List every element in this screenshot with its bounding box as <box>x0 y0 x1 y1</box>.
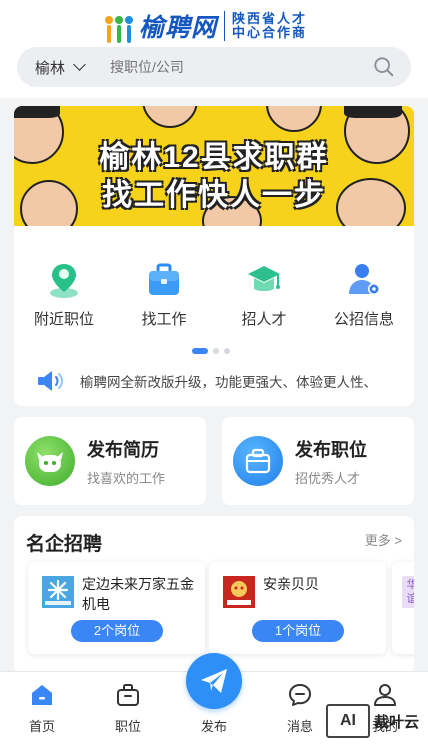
positions-button[interactable]: 1个岗位 <box>252 620 344 642</box>
notice-bar[interactable]: 榆聘网全新改版升级，功能更强大、体验更人性、 <box>36 370 377 392</box>
tab-home[interactable]: 首页 <box>12 682 72 735</box>
logo-sub-line2: 中心合作商 <box>232 25 308 40</box>
famous-company-section: 名企招聘 更多 > 定边未来万家五金机电 2个岗位 安亲贝贝 1个岗位 华谊 <box>14 516 414 674</box>
post-button[interactable] <box>186 653 242 709</box>
tab-label: 首页 <box>28 719 55 734</box>
city-selector[interactable]: 榆林 <box>35 57 65 78</box>
watermark: AI 裁叶云 <box>326 702 424 740</box>
speaker-icon <box>38 371 63 391</box>
logo-name: 榆聘网 <box>139 14 218 42</box>
logo-sub-line1: 陕西省人才 <box>232 11 308 26</box>
quick-link-recruit[interactable]: 招人才 <box>214 260 314 329</box>
watermark-text: 裁叶云 <box>374 713 420 731</box>
tab-messages[interactable]: 消息 <box>270 682 330 735</box>
carousel-indicator <box>192 348 230 354</box>
user-badge-icon <box>349 264 380 295</box>
quick-link-label: 招人才 <box>241 311 287 328</box>
publish-job-title: 发布职位 <box>295 439 367 460</box>
quick-link-label: 找工作 <box>141 311 187 328</box>
top-header: 榆聘网 陕西省人才 中心合作商 榆林 <box>0 0 428 98</box>
search-input[interactable] <box>110 59 351 75</box>
positions-button[interactable]: 2个岗位 <box>71 620 163 642</box>
tab-label: 发布 <box>200 719 227 734</box>
carousel-dot[interactable] <box>192 348 208 354</box>
search-icon[interactable] <box>373 56 395 78</box>
section-title: 名企招聘 <box>26 534 103 555</box>
carousel-dot[interactable] <box>224 348 230 354</box>
tab-label: 职位 <box>114 719 141 734</box>
company-card-partial[interactable]: 华谊 <box>392 562 414 654</box>
company-logo-partial: 华谊 <box>402 576 414 608</box>
publish-resume-title: 发布简历 <box>87 439 159 460</box>
briefcase-icon <box>149 263 179 295</box>
tab-jobs[interactable]: 职位 <box>98 682 158 735</box>
logo-divider <box>224 11 226 41</box>
company-logo-icon <box>223 576 255 608</box>
company-name: 定边未来万家五金机电 <box>82 576 194 612</box>
carousel-dot[interactable] <box>213 348 219 354</box>
quick-link-label: 公招信息 <box>333 311 394 328</box>
publish-job-subtitle: 招优秀人才 <box>295 470 361 486</box>
quick-link-nearby-jobs[interactable]: 附近职位 <box>14 260 114 329</box>
quick-link-find-job[interactable]: 找工作 <box>114 260 214 329</box>
briefcase-icon <box>233 436 283 486</box>
location-pin-icon <box>50 264 78 298</box>
quick-link-label: 附近职位 <box>33 311 94 328</box>
logo-people-icon <box>104 9 133 43</box>
watermark-badge: AI <box>326 704 370 738</box>
paper-plane-icon <box>201 669 227 693</box>
promo-banner[interactable]: 榆林12县求职群 找工作快人一步 <box>14 106 414 226</box>
company-logo-icon <box>42 576 74 608</box>
notice-text: 榆聘网全新改版升级，功能更强大、体验更人性、 <box>80 375 377 390</box>
briefcase-icon <box>117 684 139 706</box>
tab-label: 消息 <box>286 719 313 734</box>
company-card[interactable]: 安亲贝贝 1个岗位 <box>209 562 386 654</box>
graduation-cap-icon <box>248 266 280 291</box>
chevron-down-icon[interactable] <box>73 58 86 71</box>
publish-job-card[interactable]: 发布职位 招优秀人才 <box>222 417 414 505</box>
home-icon <box>32 685 52 705</box>
main-card: 榆林12县求职群 找工作快人一步 附近职位 找工作 招人才 公招信息 榆聘网全新… <box>14 106 414 406</box>
resume-face-icon <box>25 436 75 486</box>
more-link[interactable]: 更多 > <box>365 530 402 549</box>
search-bar: 榆林 <box>17 47 411 87</box>
company-card[interactable]: 定边未来万家五金机电 2个岗位 <box>28 562 205 654</box>
logo-subtitle: 陕西省人才 中心合作商 <box>232 12 322 40</box>
company-name: 安亲贝贝 <box>263 576 319 592</box>
publish-resume-card[interactable]: 发布简历 找喜欢的工作 <box>14 417 206 505</box>
publish-resume-subtitle: 找喜欢的工作 <box>87 470 166 486</box>
quick-link-public-recruitment[interactable]: 公招信息 <box>314 260 414 329</box>
quick-links: 附近职位 找工作 招人才 公招信息 <box>14 260 414 329</box>
banner-line2: 找工作快人一步 <box>102 179 326 212</box>
chat-bubble-icon <box>289 684 311 706</box>
app-logo: 榆聘网 陕西省人才 中心合作商 <box>104 8 322 44</box>
